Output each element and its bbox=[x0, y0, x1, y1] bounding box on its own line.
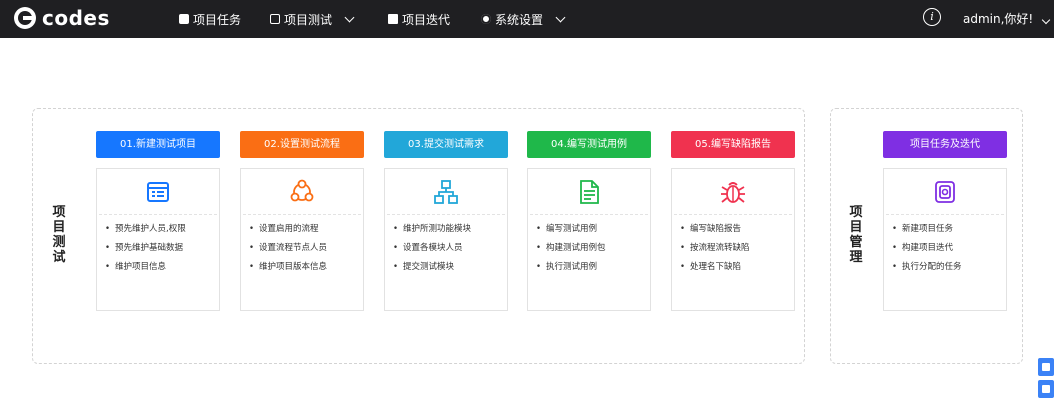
step-project-tasks-iterations: 项目任务及迭代 新建项目任务 构建项目迭代 执行分配的任务 bbox=[883, 131, 1007, 311]
org-chart-icon bbox=[434, 180, 458, 204]
divider bbox=[886, 214, 1004, 215]
nav-label: 项目迭代 bbox=[402, 12, 451, 27]
nav-label: 项目任务 bbox=[193, 12, 242, 27]
file-text-icon bbox=[580, 180, 599, 204]
user-menu[interactable]: admin,你好! bbox=[963, 0, 1051, 38]
codes-logo-icon bbox=[14, 7, 36, 29]
monitor-icon bbox=[270, 14, 280, 24]
nav-item-system-settings[interactable]: 系统设置 bbox=[481, 0, 566, 38]
step-title[interactable]: 03.提交测试需求 bbox=[384, 131, 508, 158]
step-write-defect-report: 05.编写缺陷报告 编写缺陷报告 按流程流转缺陷 处理名下缺陷 bbox=[671, 131, 795, 311]
app-logo[interactable]: codes bbox=[14, 4, 110, 32]
list-item: 构建测试用例包 bbox=[536, 239, 606, 258]
divider bbox=[530, 214, 648, 215]
list-item: 设置流程节点人员 bbox=[249, 239, 327, 258]
document-icon bbox=[388, 14, 398, 24]
chevron-down-icon bbox=[1041, 15, 1051, 25]
step-card: 维护所测功能模块 设置各模块人员 提交测试模块 bbox=[384, 168, 508, 311]
step-card: 编写缺陷报告 按流程流转缺陷 处理名下缺陷 bbox=[671, 168, 795, 311]
step-set-test-flow: 02.设置测试流程 设置启用的流程 设置流程节点人员 维护项目版本信息 bbox=[240, 131, 364, 311]
nav-label: 系统设置 bbox=[495, 12, 544, 27]
step-new-test-project: 01.新建测试项目 预先维护人员,权限 预先维护基础数据 维护项目信息 bbox=[96, 131, 220, 311]
logo-text: codes bbox=[42, 6, 110, 30]
nav-item-project-iteration[interactable]: 项目迭代 bbox=[388, 0, 450, 38]
step-title[interactable]: 项目任务及迭代 bbox=[883, 131, 1007, 158]
briefcase-icon bbox=[179, 14, 189, 24]
step-title[interactable]: 02.设置测试流程 bbox=[240, 131, 364, 158]
task-box-icon bbox=[935, 181, 955, 203]
list-item: 设置各模块人员 bbox=[393, 239, 471, 258]
list-item: 编写缺陷报告 bbox=[680, 220, 750, 239]
chevron-down-icon bbox=[344, 12, 355, 22]
list-item: 维护项目版本信息 bbox=[249, 258, 327, 277]
list-item: 设置启用的流程 bbox=[249, 220, 327, 239]
step-submit-test-requirements: 03.提交测试需求 维护所测功能模块 设置各模块人员 提交测试模块 bbox=[384, 131, 508, 311]
list-item: 执行测试用例 bbox=[536, 258, 606, 277]
divider bbox=[674, 214, 792, 215]
top-navigation-bar: codes 项目任务 项目测试 项目迭代 系统设置 i admin,你好! bbox=[0, 0, 1054, 38]
list-item: 构建项目迭代 bbox=[892, 239, 962, 258]
step-item-list: 维护所测功能模块 设置各模块人员 提交测试模块 bbox=[393, 220, 471, 277]
list-item: 编写测试用例 bbox=[536, 220, 606, 239]
step-title[interactable]: 05.编写缺陷报告 bbox=[671, 131, 795, 158]
gear-icon bbox=[481, 14, 491, 24]
list-item: 新建项目任务 bbox=[892, 220, 962, 239]
step-write-test-cases: 04.编写测试用例 编写测试用例 构建测试用例包 执行测试用例 bbox=[527, 131, 651, 311]
nav-item-project-testing[interactable]: 项目测试 bbox=[270, 0, 355, 38]
flow-circle-icon bbox=[290, 179, 314, 202]
qr-code-widget-icon[interactable] bbox=[1038, 358, 1054, 376]
list-item: 提交测试模块 bbox=[393, 258, 471, 277]
list-item: 维护所测功能模块 bbox=[393, 220, 471, 239]
chevron-down-icon bbox=[555, 12, 566, 22]
step-title[interactable]: 04.编写测试用例 bbox=[527, 131, 651, 158]
divider bbox=[99, 214, 217, 215]
divider bbox=[243, 214, 361, 215]
section-label-project-management: 项目管理 bbox=[849, 205, 863, 265]
step-card: 预先维护人员,权限 预先维护基础数据 维护项目信息 bbox=[96, 168, 220, 311]
bug-icon bbox=[721, 182, 745, 203]
list-window-icon bbox=[147, 182, 169, 202]
chat-widget-icon[interactable] bbox=[1038, 380, 1054, 398]
divider bbox=[387, 214, 505, 215]
list-item: 处理名下缺陷 bbox=[680, 258, 750, 277]
user-greeting: admin,你好! bbox=[963, 12, 1034, 26]
step-title[interactable]: 01.新建测试项目 bbox=[96, 131, 220, 158]
list-item: 预先维护人员,权限 bbox=[105, 220, 186, 239]
step-item-list: 编写测试用例 构建测试用例包 执行测试用例 bbox=[536, 220, 606, 277]
list-item: 维护项目信息 bbox=[105, 258, 186, 277]
step-card: 编写测试用例 构建测试用例包 执行测试用例 bbox=[527, 168, 651, 311]
list-item: 预先维护基础数据 bbox=[105, 239, 186, 258]
step-card: 设置启用的流程 设置流程节点人员 维护项目版本信息 bbox=[240, 168, 364, 311]
list-item: 执行分配的任务 bbox=[892, 258, 962, 277]
step-item-list: 设置启用的流程 设置流程节点人员 维护项目版本信息 bbox=[249, 220, 327, 277]
info-icon[interactable]: i bbox=[923, 8, 941, 26]
list-item: 按流程流转缺陷 bbox=[680, 239, 750, 258]
step-item-list: 新建项目任务 构建项目迭代 执行分配的任务 bbox=[892, 220, 962, 277]
nav-label: 项目测试 bbox=[284, 12, 333, 27]
step-item-list: 预先维护人员,权限 预先维护基础数据 维护项目信息 bbox=[105, 220, 186, 277]
section-label-project-testing: 项目测试 bbox=[52, 205, 66, 265]
nav-item-project-tasks[interactable]: 项目任务 bbox=[179, 0, 241, 38]
step-card: 新建项目任务 构建项目迭代 执行分配的任务 bbox=[883, 168, 1007, 311]
step-item-list: 编写缺陷报告 按流程流转缺陷 处理名下缺陷 bbox=[680, 220, 750, 277]
